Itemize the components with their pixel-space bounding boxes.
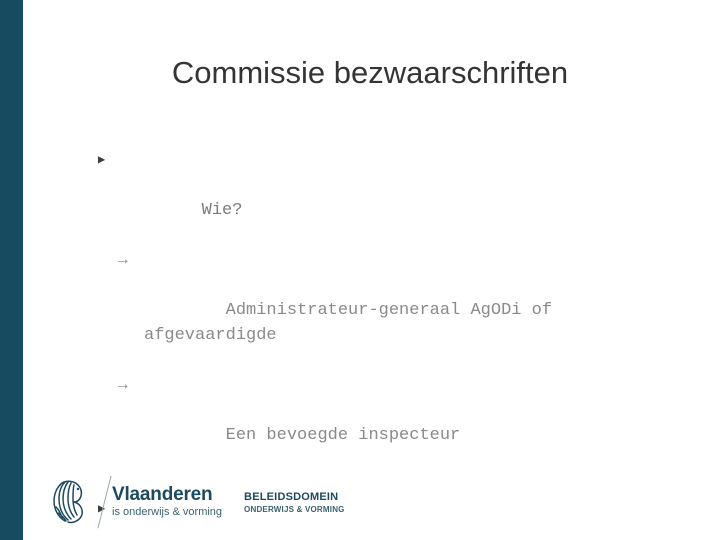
triangle-bullet-icon: ▶ [98,153,106,167]
arrow-bullet-icon: → [118,251,128,269]
domain-tagline: ONDERWIJS & VORMING [244,504,345,514]
list-item-level1-label: Wie? [201,201,243,220]
list-item-level1: ▶ Wie? [96,148,696,248]
domain-wordmark: BELEIDSDOMEIN ONDERWIJS & VORMING [244,490,345,515]
logo-divider [90,477,118,527]
page-title: Commissie bezwaarschriften [171,55,569,90]
arrow-bullet-icon: → [118,376,128,394]
domain-name: BELEIDSDOMEIN [244,490,339,503]
left-accent-bar [0,0,23,540]
brand-name: Vlaanderen [112,484,213,505]
footer-logo: Vlaanderen is onderwijs & vorming BELEID… [48,474,345,530]
content-group-wie: ▶ Wie? → Administrateur-generaal AgODi o… [96,148,696,473]
list-item-level2: → Een bevoegde inspecteur [96,373,674,473]
brand-tagline: is onderwijs & vorming [112,506,223,518]
brand-wordmark: Vlaanderen is onderwijs & vorming [112,485,222,519]
flemish-lion-icon [48,477,90,527]
slide-canvas: Commissie bezwaarschriften ▶ Wie? → Admi… [0,0,720,540]
list-item-level2-label: Administrateur-generaal AgODi of afgevaa… [144,301,563,345]
list-item-level2-label: Een bevoegde inspecteur [225,426,461,445]
list-item-level2: → Administrateur-generaal AgODi of afgev… [96,248,674,373]
